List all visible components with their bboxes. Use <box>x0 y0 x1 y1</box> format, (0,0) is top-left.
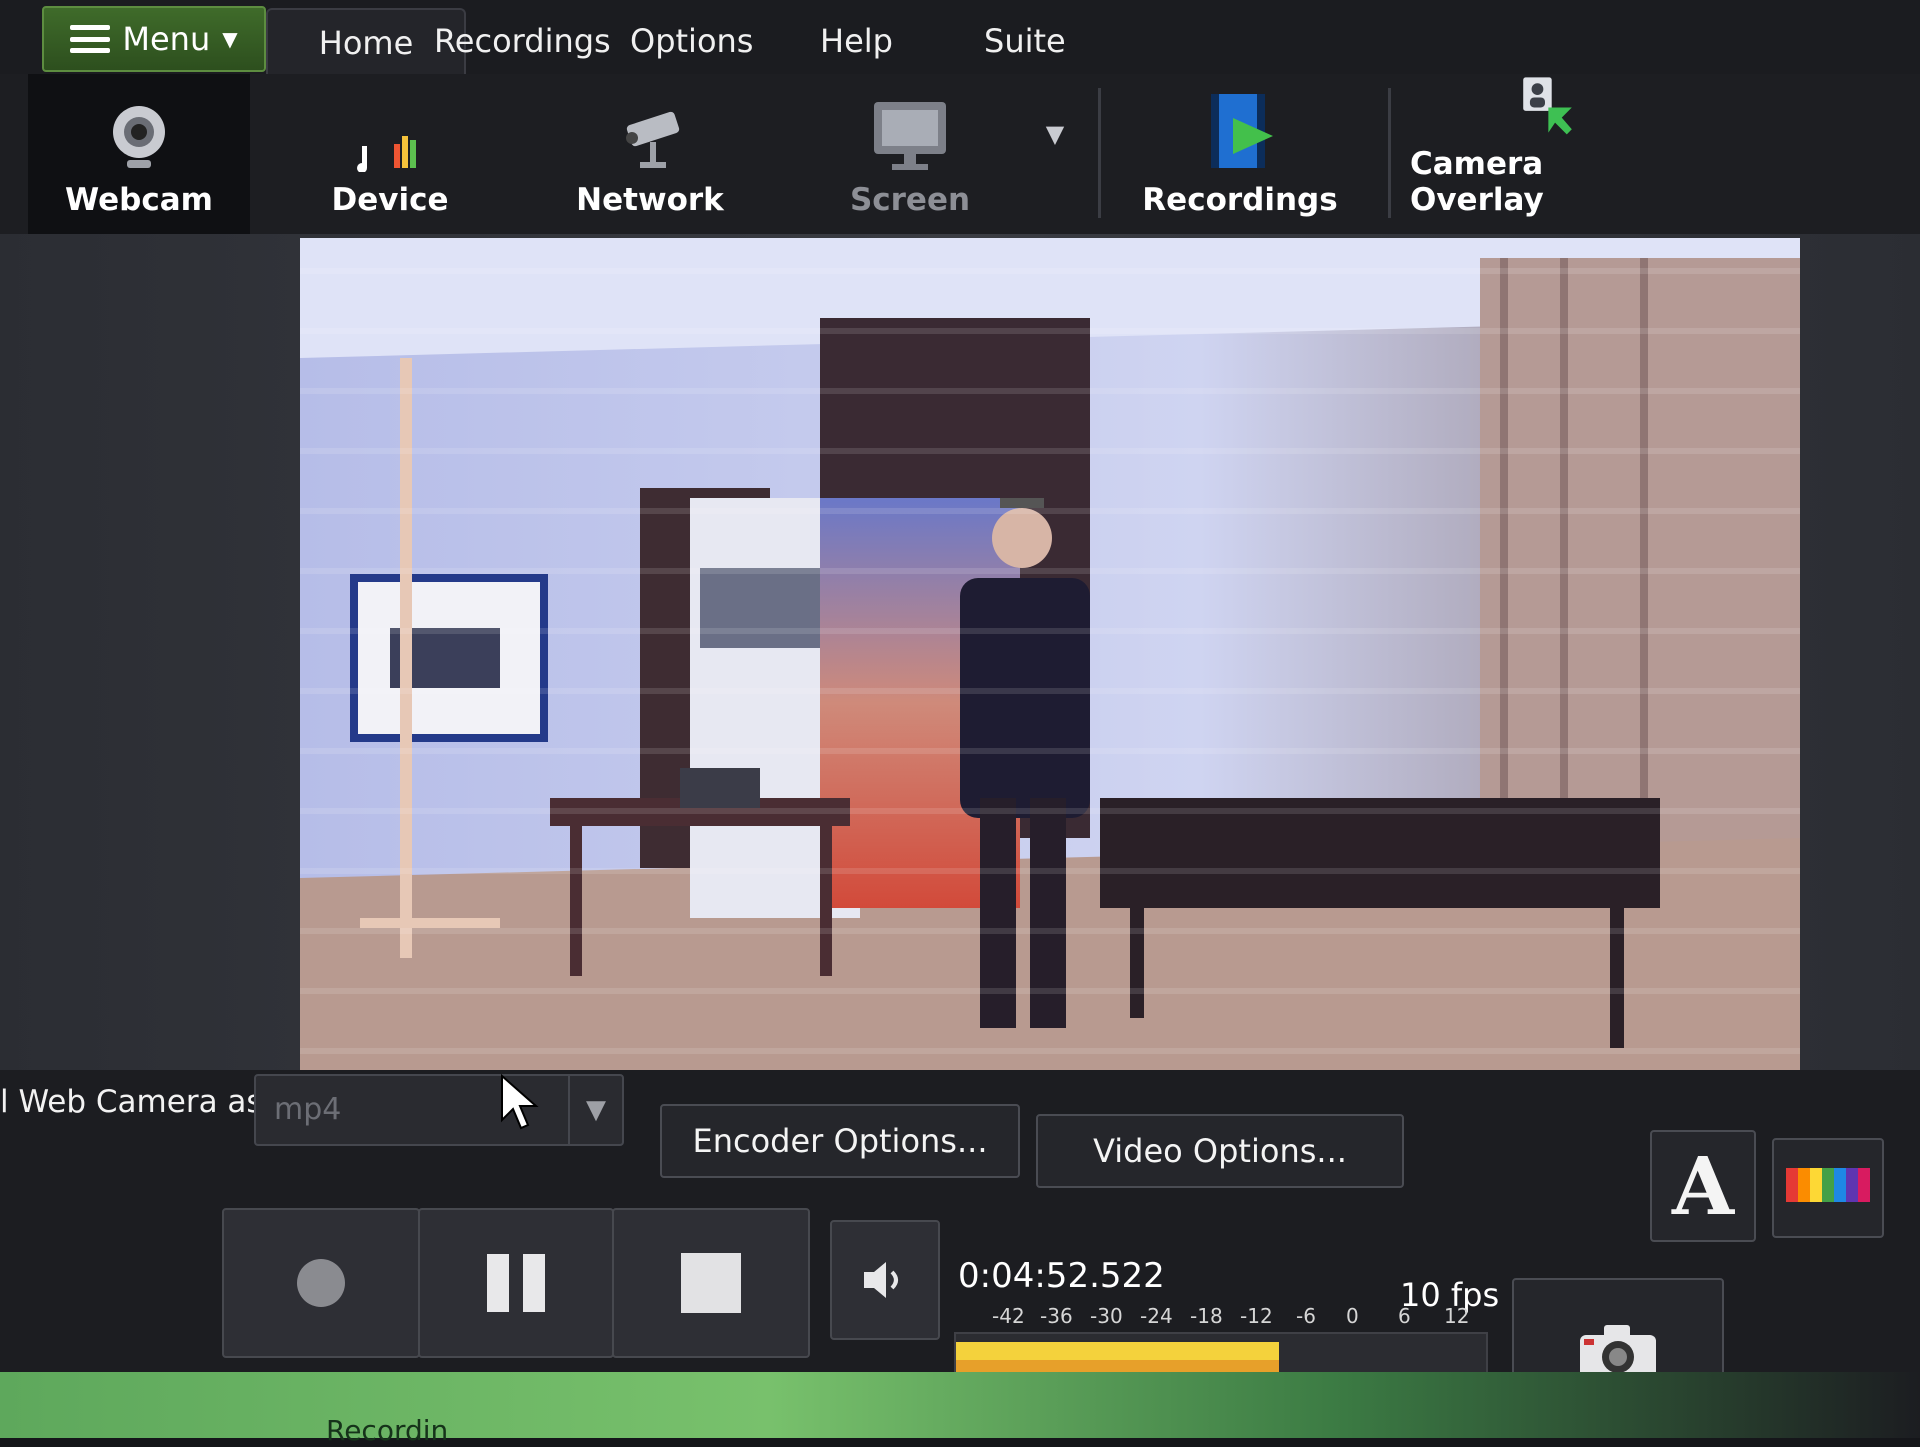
webcam-icon <box>113 106 165 168</box>
tab-options[interactable]: Options <box>610 8 773 74</box>
meter-scale-label: -12 <box>1240 1304 1273 1328</box>
screen-button[interactable]: Screen <box>820 74 1000 234</box>
mouse-cursor-icon <box>501 1074 539 1130</box>
pause-button[interactable] <box>418 1208 614 1358</box>
record-button[interactable] <box>222 1208 420 1358</box>
tab-suite[interactable]: Suite <box>964 8 1086 74</box>
monitor-icon <box>874 102 946 170</box>
encoder-options-button[interactable]: Encoder Options... <box>660 1104 1020 1178</box>
meter-scale-label: -24 <box>1140 1304 1173 1328</box>
status-text: Recordin <box>326 1414 449 1447</box>
meter-scale-label: 0 <box>1346 1304 1359 1328</box>
chevron-down-icon: ▼ <box>222 27 238 51</box>
speaker-icon <box>864 1262 898 1298</box>
menu-label: Menu <box>122 20 211 58</box>
menu-bar: Menu ▼ Home Recordings Options Help Suit… <box>0 0 1920 76</box>
save-as-label: l Web Camera as: <box>0 1084 274 1120</box>
toolbar-separator <box>1388 88 1391 218</box>
hamburger-icon <box>70 25 111 53</box>
preview-workspace <box>0 234 1920 1078</box>
stop-icon <box>681 1253 741 1313</box>
pause-icon <box>487 1254 545 1312</box>
ribbon-toolbar: Webcam Device Network Screen ▼ Recording… <box>0 74 1920 234</box>
color-adjust-button[interactable] <box>1772 1138 1884 1238</box>
meter-scale-label: -36 <box>1040 1304 1073 1328</box>
toolbar-separator <box>1098 88 1101 218</box>
stop-button[interactable] <box>612 1208 810 1358</box>
film-play-icon <box>1211 94 1273 168</box>
meter-scale-label: 6 <box>1398 1304 1411 1328</box>
camera-feed-image <box>300 238 1800 1078</box>
text-overlay-icon: A <box>1671 1139 1735 1233</box>
network-button[interactable]: Network <box>560 74 740 234</box>
recordings-button[interactable]: Recordings <box>1130 74 1350 234</box>
meter-scale-label: -18 <box>1190 1304 1223 1328</box>
volume-button[interactable] <box>830 1220 940 1340</box>
network-camera-icon <box>626 111 680 168</box>
meter-scale-label: -30 <box>1090 1304 1123 1328</box>
format-select[interactable]: mp4 ▼ <box>254 1074 624 1146</box>
color-bars-icon <box>1786 1168 1870 1202</box>
chevron-down-icon: ▼ <box>1045 120 1065 148</box>
camera-overlay-button[interactable]: Camera Overlay <box>1410 74 1680 234</box>
recording-timer: 0:04:52.522 <box>958 1256 1165 1296</box>
meter-scale-label: -6 <box>1296 1304 1316 1328</box>
screen-dropdown-button[interactable]: ▼ <box>1030 74 1080 234</box>
webcam-button[interactable]: Webcam <box>28 74 250 234</box>
record-icon <box>297 1259 345 1307</box>
camera-overlay-icon <box>1523 77 1572 135</box>
device-icon <box>357 136 416 172</box>
format-select-value: mp4 <box>274 1092 342 1127</box>
video-options-button[interactable]: Video Options... <box>1036 1114 1404 1188</box>
tab-recordings[interactable]: Recordings <box>414 8 631 74</box>
device-button[interactable]: Device <box>300 74 480 234</box>
meter-scale-label: -42 <box>992 1304 1025 1328</box>
meter-scale-label: 12 <box>1444 1304 1470 1328</box>
text-overlay-button[interactable]: A <box>1650 1130 1756 1242</box>
webcam-preview[interactable] <box>300 238 1800 1078</box>
tab-help[interactable]: Help <box>800 8 913 74</box>
status-bar <box>0 1372 1920 1438</box>
chevron-down-icon: ▼ <box>568 1076 622 1144</box>
menu-button[interactable]: Menu ▼ <box>42 6 266 72</box>
